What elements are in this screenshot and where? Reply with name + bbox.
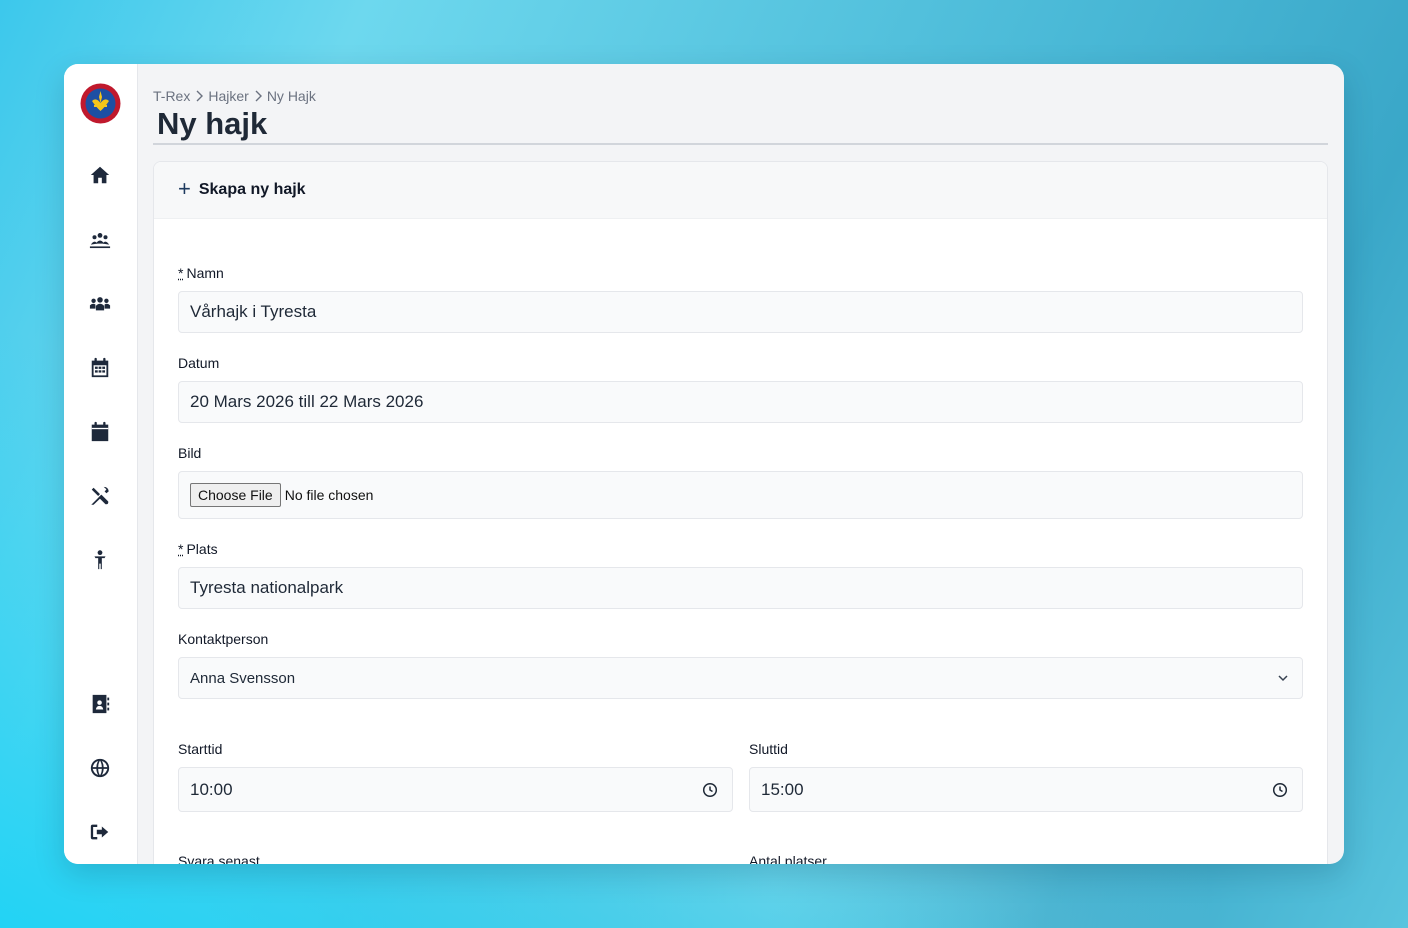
calendar-grid-icon[interactable] <box>89 357 111 379</box>
contact-label: Kontaktperson <box>178 631 269 647</box>
child-icon[interactable] <box>89 549 111 571</box>
breadcrumb: T-Rex Hajker Ny Hajk <box>153 88 316 104</box>
name-label-text: Namn <box>186 265 224 281</box>
image-file-input: Choose File No file chosen <box>178 471 1303 519</box>
end-time-input[interactable]: 15:00 <box>749 767 1303 812</box>
logout-icon[interactable] <box>89 821 111 843</box>
breadcrumb-item-trex[interactable]: T-Rex <box>153 88 190 104</box>
seats-label: Antal platser <box>749 853 827 864</box>
contact-select[interactable]: Anna Svensson <box>178 657 1303 699</box>
file-status: No file chosen <box>284 487 374 503</box>
people-icon[interactable] <box>89 293 111 315</box>
chevron-right-icon <box>196 90 204 102</box>
date-input[interactable]: 20 Mars 2026 till 22 Mars 2026 <box>178 381 1303 423</box>
calendar-icon[interactable] <box>89 421 111 443</box>
main-content: T-Rex Hajker Ny Hajk Ny hajk + Skapa ny … <box>153 64 1328 864</box>
breadcrumb-item-hajker[interactable]: Hajker <box>208 88 248 104</box>
required-mark: * <box>178 265 184 281</box>
name-label: * Namn <box>178 265 224 281</box>
chevron-down-icon <box>1278 675 1288 682</box>
page-title: Ny hajk <box>157 106 268 141</box>
start-time-value: 10:00 <box>190 779 233 799</box>
place-label: * Plats <box>178 541 218 557</box>
end-time-label: Sluttid <box>749 741 788 757</box>
plus-icon: + <box>178 176 191 201</box>
card-header: + Skapa ny hajk <box>154 162 1327 219</box>
group-icon[interactable] <box>89 229 111 251</box>
chevron-right-icon <box>255 90 262 102</box>
place-input[interactable]: Tyresta nationalpark <box>178 567 1303 609</box>
sidebar <box>64 64 138 864</box>
clock-icon[interactable] <box>1272 782 1288 798</box>
tools-icon[interactable] <box>89 485 111 507</box>
date-label: Datum <box>178 355 220 371</box>
end-time-value: 15:00 <box>761 779 804 799</box>
scout-logo[interactable] <box>80 83 121 124</box>
name-value: Vårhajk i Tyresta <box>190 302 317 321</box>
contact-book-icon[interactable] <box>89 693 111 715</box>
create-hike-card: + Skapa ny hajk * Namn Vårhajk i Tyresta … <box>153 161 1328 864</box>
clock-icon[interactable] <box>702 782 718 798</box>
app-window: T-Rex Hajker Ny Hajk Ny hajk + Skapa ny … <box>64 64 1344 864</box>
place-label-text: Plats <box>186 541 218 557</box>
name-input[interactable]: Vårhajk i Tyresta <box>178 291 1303 333</box>
date-value: 20 Mars 2026 till 22 Mars 2026 <box>190 392 424 411</box>
start-time-input[interactable]: 10:00 <box>178 767 733 812</box>
title-divider <box>153 143 1328 145</box>
contact-value: Anna Svensson <box>190 669 296 687</box>
place-value: Tyresta nationalpark <box>190 578 344 597</box>
globe-icon[interactable] <box>89 757 111 779</box>
reply-by-label: Svara senast <box>178 853 260 864</box>
required-mark: * <box>178 541 184 557</box>
start-time-label: Starttid <box>178 741 223 757</box>
home-icon[interactable] <box>89 164 111 186</box>
choose-file-button[interactable]: Choose File <box>190 483 281 507</box>
card-title: Skapa ny hajk <box>198 181 306 198</box>
breadcrumb-item-ny-hajk: Ny Hajk <box>266 88 316 104</box>
image-label: Bild <box>178 445 202 461</box>
